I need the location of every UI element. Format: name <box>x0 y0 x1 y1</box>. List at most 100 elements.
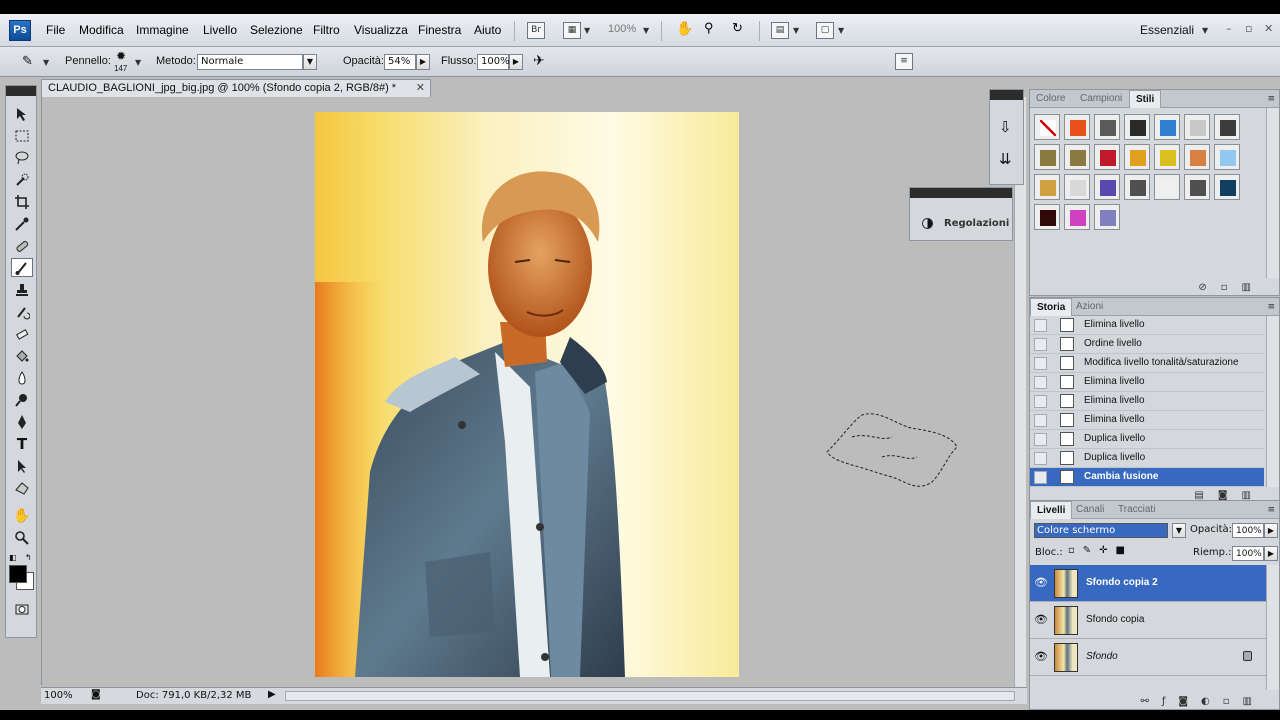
style-swatch[interactable] <box>1154 144 1180 170</box>
eye-icon[interactable]: 👁 <box>1034 576 1048 589</box>
close-icon[interactable]: ✕ <box>416 81 425 94</box>
chevron-right-icon[interactable]: ▶ <box>1264 546 1278 561</box>
dodge-tool-icon[interactable] <box>11 390 33 409</box>
brush-preset-icon[interactable]: ✹ <box>116 49 126 63</box>
quick-selection-tool-icon[interactable] <box>11 170 33 189</box>
styles-scrollbar[interactable] <box>1266 108 1279 278</box>
style-swatch[interactable] <box>1034 204 1060 230</box>
pen-tool-icon[interactable] <box>11 412 33 431</box>
history-item[interactable]: Duplica livello <box>1030 449 1264 468</box>
chevron-right-icon[interactable]: ▶ <box>509 54 523 70</box>
style-swatch[interactable] <box>1064 114 1090 140</box>
style-swatch[interactable] <box>1124 174 1150 200</box>
layer-thumbnail[interactable] <box>1054 569 1078 598</box>
tab-colore[interactable]: Colore <box>1030 90 1071 108</box>
lasso-tool-icon[interactable] <box>11 148 33 167</box>
brush-tool-icon[interactable]: ✎ <box>22 53 33 69</box>
foreground-color-swatch[interactable] <box>9 565 27 583</box>
opacity-field[interactable]: 54% <box>384 54 416 70</box>
style-swatch[interactable] <box>1064 204 1090 230</box>
tab-campioni[interactable]: Campioni <box>1074 90 1128 108</box>
menu-file[interactable]: File <box>46 23 65 37</box>
bridge-button[interactable]: Br <box>527 22 545 39</box>
arrange-documents-icon[interactable]: ▤ <box>771 22 789 39</box>
chevron-down-icon[interactable]: ▼ <box>1172 523 1186 538</box>
fill-field[interactable]: 100% <box>1232 546 1264 561</box>
blend-mode-select[interactable]: Normale <box>197 54 303 70</box>
layers-footer-icons[interactable]: ⚯ƒ◙◐▫▥ <box>1140 696 1265 707</box>
history-item[interactable]: Elimina livello <box>1030 316 1264 335</box>
shape-tool-icon[interactable] <box>11 478 33 497</box>
history-item[interactable]: Elimina livello <box>1030 392 1264 411</box>
view-extras-icon[interactable]: ▦ <box>563 22 581 39</box>
close-button[interactable]: ✕ <box>1264 22 1273 35</box>
healing-brush-tool-icon[interactable] <box>11 236 33 255</box>
history-snapshot-checkbox[interactable] <box>1034 471 1047 484</box>
panel-menu-icon[interactable]: ≡ <box>1267 505 1275 515</box>
chevron-right-icon[interactable]: ▶ <box>416 54 430 70</box>
layer-thumbnail[interactable] <box>1054 643 1078 672</box>
styles-footer-icons[interactable]: ⊘▫▥ <box>1198 282 1265 293</box>
layers-scrollbar[interactable] <box>1266 565 1279 690</box>
layer-row[interactable]: 👁 Sfondo copia <box>1030 602 1266 639</box>
type-tool-icon[interactable]: T <box>11 434 33 453</box>
style-swatch[interactable] <box>1094 144 1120 170</box>
blur-tool-icon[interactable] <box>11 368 33 387</box>
history-snapshot-checkbox[interactable] <box>1034 452 1047 465</box>
chevron-down-icon[interactable]: ▼ <box>1202 26 1208 35</box>
crop-tool-icon[interactable] <box>11 192 33 211</box>
brush-tool-icon[interactable] <box>11 258 33 277</box>
menu-visualizza[interactable]: Visualizza <box>354 23 408 37</box>
chevron-down-icon[interactable]: ▼ <box>643 26 649 35</box>
chevron-down-icon[interactable]: ▼ <box>584 26 590 35</box>
style-swatch[interactable] <box>1064 174 1090 200</box>
document-canvas-area[interactable] <box>41 97 1027 685</box>
tab-azioni[interactable]: Azioni <box>1070 298 1109 316</box>
style-swatch[interactable] <box>1124 114 1150 140</box>
quick-mask-icon[interactable] <box>11 599 33 618</box>
panel-menu-icon[interactable]: ≡ <box>1267 302 1275 312</box>
tab-stili[interactable]: Stili <box>1129 90 1162 108</box>
style-swatch[interactable] <box>1064 144 1090 170</box>
marquee-tool-icon[interactable] <box>11 126 33 145</box>
status-arrow-icon[interactable]: ▶ <box>268 689 276 700</box>
style-swatch[interactable] <box>1184 144 1210 170</box>
layer-name[interactable]: Sfondo copia 2 <box>1086 577 1158 588</box>
menu-aiuto[interactable]: Aiuto <box>474 23 501 37</box>
tab-tracciati[interactable]: Tracciati <box>1112 501 1161 519</box>
horizontal-scrollbar[interactable] <box>285 691 1015 701</box>
chevron-down-icon[interactable]: ▼ <box>793 26 799 35</box>
panel-menu-icon[interactable]: ≡ <box>1267 94 1275 104</box>
eyedropper-tool-icon[interactable] <box>11 214 33 233</box>
clone-stamp-tool-icon[interactable] <box>11 280 33 299</box>
layer-row[interactable]: 👁 Sfondo copia 2 <box>1030 565 1266 602</box>
style-swatch[interactable] <box>1094 174 1120 200</box>
style-swatch[interactable] <box>1034 174 1060 200</box>
history-item[interactable]: Modifica livello tonalità/saturazione <box>1030 354 1264 373</box>
history-item[interactable]: Ordine livello <box>1030 335 1264 354</box>
style-swatch[interactable] <box>1184 174 1210 200</box>
style-swatch[interactable] <box>1154 114 1180 140</box>
rotate-view-icon[interactable]: ↻ <box>732 20 743 36</box>
tab-livelli[interactable]: Livelli <box>1030 501 1073 519</box>
minimize-button[interactable]: – <box>1226 22 1232 35</box>
paint-bucket-tool-icon[interactable] <box>11 346 33 365</box>
zoom-tool-icon[interactable]: ⚲ <box>704 20 714 36</box>
style-swatch[interactable] <box>1184 114 1210 140</box>
menu-modifica[interactable]: Modifica <box>79 23 124 37</box>
chevron-down-icon[interactable]: ▼ <box>43 58 49 67</box>
canvas-photo[interactable] <box>315 112 739 677</box>
tab-canali[interactable]: Canali <box>1070 501 1110 519</box>
style-swatch[interactable] <box>1034 114 1060 140</box>
history-snapshot-checkbox[interactable] <box>1034 319 1047 332</box>
brush-panel-icon[interactable]: ⇩ <box>999 118 1012 136</box>
status-zoom[interactable]: 100% <box>44 690 73 701</box>
history-snapshot-checkbox[interactable] <box>1034 338 1047 351</box>
style-swatch[interactable] <box>1124 144 1150 170</box>
menu-finestra[interactable]: Finestra <box>418 23 461 37</box>
chevron-down-icon[interactable]: ▼ <box>838 26 844 35</box>
history-snapshot-checkbox[interactable] <box>1034 414 1047 427</box>
path-selection-tool-icon[interactable] <box>11 456 33 475</box>
style-swatch[interactable] <box>1034 144 1060 170</box>
eraser-tool-icon[interactable] <box>11 324 33 343</box>
